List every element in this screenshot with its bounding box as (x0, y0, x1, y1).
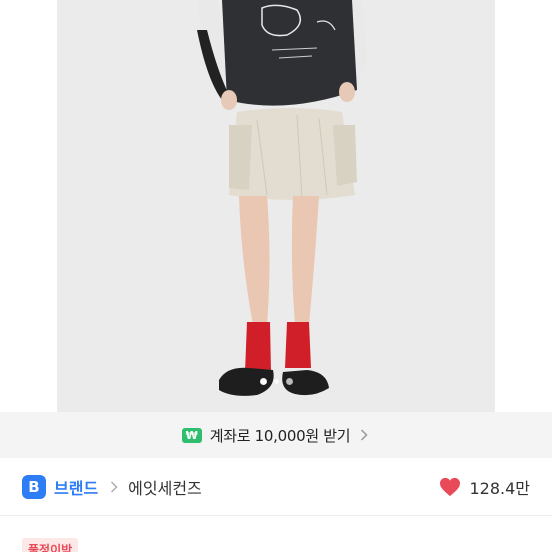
status-badge: 풀정이박 (22, 538, 79, 552)
heart-icon (440, 477, 461, 496)
brand-label: 브랜드 (54, 478, 99, 498)
brand-row[interactable]: B 브랜드 에잇세컨즈 128.4만 (0, 458, 552, 516)
brand-badge-icon: B (22, 474, 46, 499)
carousel-indicator (0, 378, 552, 385)
product-image-carousel[interactable] (0, 0, 552, 412)
won-icon: ₩ (181, 427, 202, 443)
like-button[interactable]: 128.4만 (439, 475, 530, 499)
carousel-dot[interactable] (259, 378, 267, 385)
chevron-right-icon (110, 481, 118, 493)
product-photo (57, 0, 495, 412)
likes-count: 128.4만 (469, 478, 530, 498)
status-tag-row: 풀정이박 (22, 538, 79, 552)
product-photo-illustration (57, 0, 495, 412)
brand-name-link[interactable]: 에잇세컨즈 (128, 475, 202, 499)
carousel-dot[interactable] (272, 378, 280, 385)
product-detail-page: ₩ 계좌로 10,000원 받기 B 브랜드 에잇세컨즈 128.4만 풀정이박 (0, 0, 552, 552)
chevron-right-icon (358, 428, 370, 442)
cashback-banner[interactable]: ₩ 계좌로 10,000원 받기 (0, 412, 552, 458)
carousel-dot[interactable] (285, 378, 293, 385)
cashback-text: 계좌로 10,000원 받기 (209, 426, 351, 445)
